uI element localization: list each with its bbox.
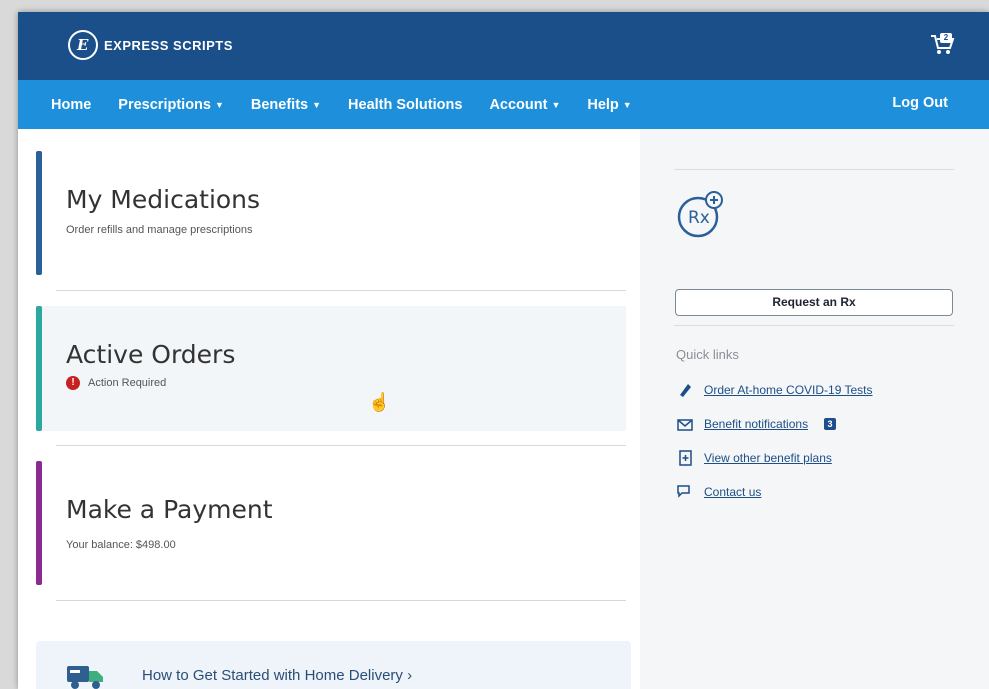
express-scripts-logo[interactable]: E EXPRESS SCRIPTS: [68, 30, 233, 60]
divider: [674, 325, 954, 326]
quick-link-label[interactable]: Order At-home COVID-19 Tests: [704, 383, 873, 397]
active-orders-card[interactable]: Active Orders ! Action Required ☝: [36, 306, 626, 431]
browser-window: E EXPRESS SCRIPTS 2 Home Prescriptions ▼ …: [18, 12, 989, 689]
status-label: Action Required: [88, 376, 167, 389]
delivery-truck-icon: [67, 666, 103, 689]
main-column: My Medications Order refills and manage …: [18, 129, 640, 689]
quick-link-contact-us[interactable]: Contact us: [676, 483, 761, 501]
chevron-down-icon: ▼: [551, 99, 561, 110]
nav-benefits-label: Benefits: [250, 96, 309, 113]
notification-envelope-icon: [677, 419, 693, 431]
quick-links-heading: Quick links: [676, 347, 739, 362]
rx-plus-icon: Rx: [677, 191, 723, 238]
page-content: My Medications Order refills and manage …: [18, 129, 989, 689]
svg-text:Rx: Rx: [688, 208, 710, 228]
card-title: Make a Payment: [66, 495, 273, 524]
nav-help[interactable]: Help ▼: [587, 97, 631, 113]
my-medications-card[interactable]: My Medications Order refills and manage …: [36, 151, 626, 275]
quick-link-label[interactable]: View other benefit plans: [704, 451, 832, 465]
chevron-down-icon: ▼: [312, 99, 322, 110]
card-title: My Medications: [66, 185, 261, 214]
quick-link-benefit-notifications[interactable]: Benefit notifications 3: [676, 415, 837, 433]
action-required-status: ! Action Required: [66, 376, 166, 390]
cart-icon[interactable]: 2: [929, 32, 955, 56]
request-rx-button[interactable]: Request an Rx: [675, 289, 953, 316]
main-nav: Home Prescriptions ▼ Benefits ▼ Health Sol…: [18, 80, 989, 129]
test-kit-icon: [680, 384, 691, 397]
site-header: E EXPRESS SCRIPTS 2: [18, 12, 989, 80]
chat-icon: [677, 485, 690, 498]
divider: [56, 445, 626, 446]
cart-count-badge: 2: [940, 33, 952, 43]
quick-link-covid-tests[interactable]: Order At-home COVID-19 Tests: [676, 381, 873, 399]
alert-icon: !: [66, 376, 80, 390]
nav-home[interactable]: Home: [51, 97, 91, 113]
home-delivery-link[interactable]: How to Get Started with Home Delivery ›: [142, 667, 412, 684]
quick-link-label[interactable]: Contact us: [704, 485, 761, 499]
notification-count-badge: 3: [824, 418, 837, 430]
chevron-down-icon: ▼: [214, 99, 224, 110]
nav-prescriptions[interactable]: Prescriptions ▼: [118, 97, 224, 113]
sidebar: Rx Request an Rx Quick links Order At-ho…: [640, 129, 989, 689]
card-subtitle: Order refills and manage prescriptions: [66, 224, 253, 236]
logo-mark-icon: E: [68, 30, 98, 60]
divider: [56, 290, 626, 291]
divider: [56, 600, 626, 601]
balance-text: Your balance: $498.00: [66, 539, 176, 551]
hand-cursor-icon: ☝: [368, 392, 391, 412]
brand-name: EXPRESS SCRIPTS: [104, 37, 233, 53]
card-accent-bar: [36, 306, 42, 431]
quick-link-label[interactable]: Benefit notifications: [704, 417, 808, 431]
card-accent-bar: [36, 151, 42, 275]
make-payment-card[interactable]: Make a Payment Your balance: $498.00: [36, 461, 626, 585]
nav-health-solutions[interactable]: Health Solutions: [348, 97, 462, 113]
nav-health-solutions-label: Health Solutions: [348, 96, 463, 113]
document-plus-icon: [679, 450, 692, 466]
card-title: Active Orders: [66, 340, 236, 369]
quick-link-other-plans[interactable]: View other benefit plans: [676, 449, 832, 467]
divider: [674, 169, 954, 170]
nav-help-label: Help: [587, 96, 619, 113]
nav-benefits[interactable]: Benefits ▼: [251, 97, 321, 113]
chevron-down-icon: ▼: [622, 99, 632, 110]
nav-home-label: Home: [51, 96, 92, 113]
nav-account[interactable]: Account ▼: [489, 97, 560, 113]
card-accent-bar: [36, 461, 42, 585]
home-delivery-banner[interactable]: How to Get Started with Home Delivery ›: [36, 641, 631, 689]
nav-prescriptions-label: Prescriptions: [118, 96, 211, 113]
nav-account-label: Account: [489, 96, 548, 113]
logout-link[interactable]: Log Out: [892, 95, 948, 111]
